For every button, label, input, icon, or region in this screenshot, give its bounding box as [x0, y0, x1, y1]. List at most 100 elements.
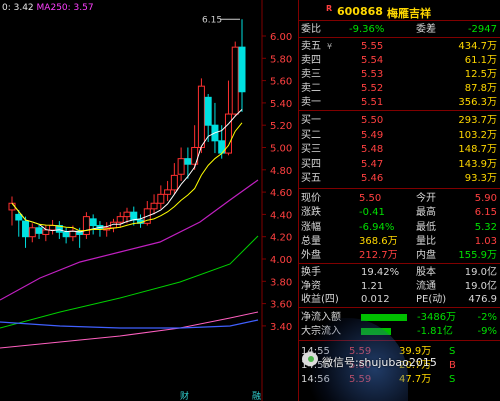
ask-volume: 434.7万 — [458, 41, 497, 52]
weibi-value: -9.36% — [349, 24, 385, 35]
ma1-value: 0: 3.42 — [2, 3, 34, 13]
candle-down — [204, 96, 212, 126]
stat-value: 5.90 — [474, 193, 497, 204]
price-axis-label: 5.20 — [270, 121, 292, 132]
candle-up — [49, 225, 57, 231]
price-axis-label: 4.00 — [270, 255, 292, 266]
ask-row: 卖五 5.55 434.7万 ¥ — [299, 40, 500, 53]
candle-up — [42, 229, 50, 235]
stat-label: 量比 — [416, 235, 436, 247]
ask-label: 卖四 — [301, 55, 321, 66]
tick-side: S — [449, 346, 456, 357]
weibi-row: 委比 -9.36% 委差 -2947 — [299, 23, 500, 36]
bid-volume: 93.3万 — [464, 173, 497, 184]
stat-label: 内盘 — [416, 250, 436, 262]
candle-up — [150, 202, 158, 210]
ask-price: 5.53 — [361, 69, 384, 80]
stat-value: 19.42% — [361, 267, 400, 278]
candle-down — [89, 218, 97, 227]
bid-row: 买一 5.50 293.7万 — [299, 114, 500, 127]
bid-label: 买五 — [301, 173, 321, 184]
divider — [299, 263, 500, 264]
bid-row: 买三 5.48 148.7万 — [299, 143, 500, 156]
ask-price: 5.55 — [361, 41, 384, 52]
ask-price: 5.54 — [361, 55, 384, 66]
candle-down — [184, 158, 192, 165]
stat-label: 换手 — [301, 267, 321, 278]
stat-value: -6.94% — [359, 221, 395, 233]
stat-value: 6.15 — [474, 207, 497, 219]
ask-row: 卖一 5.51 356.3万 — [299, 96, 500, 109]
divider — [299, 20, 500, 21]
kline-chart[interactable]: 6.00 5.80 5.60 5.40 5.20 5.00 4.80 4.60 4.40 4.20… — [0, 0, 298, 401]
candle-up — [157, 193, 165, 204]
stock-code[interactable]: 600868 — [337, 5, 383, 18]
candle-up — [28, 227, 36, 238]
candle-up — [123, 211, 131, 218]
stat2-row: 收益(四) 0.012 PE(动) 476.9 — [299, 293, 500, 306]
stat-row: 总量 368.6万 量比 1.03 — [299, 235, 500, 248]
stat-label: 收益(四) — [301, 294, 339, 306]
stat-row: 涨跌 -0.41 最高 6.15 — [299, 206, 500, 219]
candle-up — [170, 174, 178, 191]
candle-up — [231, 46, 239, 115]
price-axis-label: 3.80 — [270, 277, 292, 288]
bid-price: 5.47 — [361, 158, 384, 170]
stat-value: 1.21 — [361, 280, 384, 292]
bid-row: 买五 5.46 93.3万 — [299, 172, 500, 185]
stat-label: 涨跌 — [301, 207, 321, 219]
stat2-row: 净资 1.21 流通 19.0亿 — [299, 280, 500, 293]
weicha-label: 委差 — [416, 24, 436, 35]
candle-down — [238, 46, 246, 93]
price-axis-label: 5.60 — [270, 77, 292, 88]
stat-value: 212.7万 — [359, 250, 398, 262]
stat-row: 涨幅 -6.94% 最低 5.32 — [299, 221, 500, 234]
bid-price: 5.49 — [361, 129, 384, 141]
stat-label: 流通 — [416, 280, 436, 292]
flow-pct: -2% — [477, 312, 497, 323]
ask-volume: 87.8万 — [464, 83, 497, 94]
bid-volume: 148.7万 — [458, 144, 497, 155]
flow-value: -1.81亿 — [417, 325, 453, 337]
weicha-value: -2947 — [467, 24, 497, 35]
kline-svg[interactable]: 6.00 5.80 5.60 5.40 5.20 5.00 4.80 4.60 4.40 4.20… — [0, 0, 298, 401]
ask-mark: ¥ — [327, 42, 333, 51]
bid-label: 买三 — [301, 144, 321, 155]
stat-row: 现价 5.50 今开 5.90 — [299, 192, 500, 205]
ma20-line — [0, 179, 259, 301]
stat-label: 股本 — [416, 267, 436, 278]
candle-down — [130, 211, 138, 221]
price-axis-label: 4.20 — [270, 233, 292, 244]
stat-value: 155.9万 — [458, 250, 497, 262]
stat-label: 最高 — [416, 207, 436, 219]
ask-volume: 61.1万 — [464, 55, 497, 66]
price-axis-label: 4.40 — [270, 210, 292, 221]
stat-value: 0.012 — [361, 294, 390, 306]
bid-price: 5.46 — [361, 173, 384, 184]
price-axis-label: 4.80 — [270, 166, 292, 177]
price-axis-label: 6.00 — [270, 32, 292, 43]
divider — [299, 188, 500, 189]
stat-label: 涨幅 — [301, 221, 321, 233]
price-axis-label: 5.40 — [270, 99, 292, 110]
bid-label: 买四 — [301, 158, 321, 170]
price-axis-label: 3.60 — [270, 300, 292, 311]
flow-bar — [361, 314, 407, 321]
ma-legend: 0: 3.42 MA250: 3.57 — [2, 3, 94, 13]
candle-down — [15, 213, 23, 221]
stat-label: PE(动) — [416, 294, 447, 306]
wechat-icon — [302, 352, 318, 366]
bid-row: 买二 5.49 103.2万 — [299, 129, 500, 142]
stat-label: 总量 — [301, 235, 321, 247]
candle-down — [62, 231, 70, 238]
flow-pct: -9% — [477, 325, 497, 337]
bid-price: 5.48 — [361, 144, 384, 155]
bid-volume: 103.2万 — [458, 129, 497, 141]
stat-label: 外盘 — [301, 250, 321, 262]
ask-label: 卖三 — [301, 69, 321, 80]
stock-header: R 600868 梅雁吉祥 — [299, 3, 500, 21]
stock-name[interactable]: 梅雁吉祥 — [387, 5, 431, 21]
bid-label: 买一 — [301, 115, 321, 126]
candle-down — [22, 220, 30, 238]
stat-label: 净资 — [301, 280, 321, 292]
